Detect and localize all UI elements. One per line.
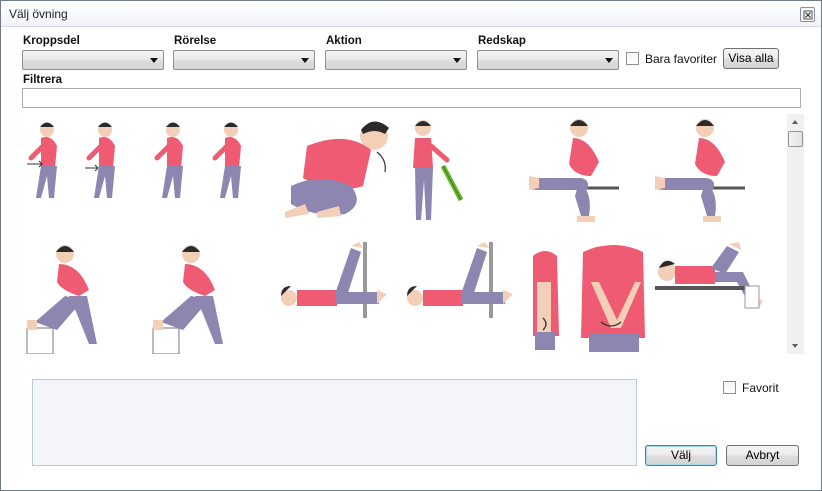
exercise-description (32, 379, 637, 466)
exercise-thumbnail[interactable] (403, 116, 463, 236)
exercise-thumbnail[interactable] (403, 242, 521, 318)
aktion-dropdown[interactable] (325, 50, 467, 70)
standing-leg-on-bench-icon (26, 245, 97, 354)
forward-bend-arm-swing-icon (27, 122, 115, 198)
chevron-down-icon (150, 58, 158, 63)
close-button[interactable] (800, 7, 815, 22)
forward-bend-arm-swing-icon (154, 122, 241, 198)
arm-rotation-icon (533, 245, 645, 352)
chevron-down-icon (453, 58, 461, 63)
kroppsdel-label: Kroppsdel (23, 35, 80, 47)
lying-leg-raise-on-wall-icon (281, 242, 387, 318)
exercise-thumbnail[interactable] (529, 116, 621, 234)
exercise-thumbnail[interactable] (529, 242, 647, 354)
lying-leg-raise-on-wall-icon (407, 242, 513, 318)
exercise-thumbnail[interactable] (151, 116, 271, 214)
aktion-label: Aktion (326, 35, 362, 47)
seated-leg-stretch-icon (529, 119, 619, 222)
redskap-dropdown[interactable] (477, 50, 619, 70)
exercise-thumbnail[interactable] (277, 116, 397, 226)
select-button[interactable]: Välj (645, 445, 717, 466)
standing-stick-stretch-icon (413, 120, 463, 220)
scroll-thumb[interactable] (788, 131, 803, 147)
chevron-down-icon (301, 58, 309, 63)
favorites-only-checkbox[interactable] (626, 52, 639, 65)
show-all-button[interactable]: Visa alla (723, 48, 779, 69)
chevron-down-icon (605, 58, 613, 63)
kneeling-forward-bend-icon (285, 121, 389, 218)
exercise-thumbnail[interactable] (655, 242, 773, 312)
seated-leg-stretch-icon (655, 119, 745, 222)
exercise-thumbnail[interactable] (277, 242, 395, 318)
redskap-label: Redskap (478, 35, 526, 47)
title-bar: Välj övning (1, 1, 821, 27)
grid-scrollbar[interactable] (787, 114, 804, 354)
exercise-picker-dialog: Välj övning Kroppsdel Rörelse Aktion Red… (0, 0, 822, 491)
scroll-down-arrow-icon[interactable] (787, 337, 804, 354)
scroll-up-arrow-icon[interactable] (787, 114, 804, 131)
favorites-only-label: Bara favoriter (645, 52, 718, 66)
filter-label: Filtrera (23, 74, 62, 86)
rorelse-label: Rörelse (174, 35, 217, 47)
exercise-grid (23, 114, 783, 359)
window-title: Välj övning (9, 7, 68, 21)
favorite-checkbox[interactable] (723, 381, 736, 394)
standing-leg-on-bench-icon (152, 245, 223, 354)
rorelse-dropdown[interactable] (173, 50, 315, 70)
lying-knee-to-chest-icon (655, 242, 763, 309)
favorite-label: Favorit (742, 381, 779, 395)
exercise-thumbnail[interactable] (655, 116, 747, 234)
exercise-thumbnail[interactable] (151, 242, 233, 354)
filter-input[interactable] (22, 88, 801, 108)
exercise-thumbnail[interactable] (25, 242, 107, 354)
close-icon (803, 10, 813, 20)
cancel-button[interactable]: Avbryt (726, 445, 799, 466)
exercise-thumbnail[interactable] (25, 116, 145, 214)
kroppsdel-dropdown[interactable] (22, 50, 164, 70)
